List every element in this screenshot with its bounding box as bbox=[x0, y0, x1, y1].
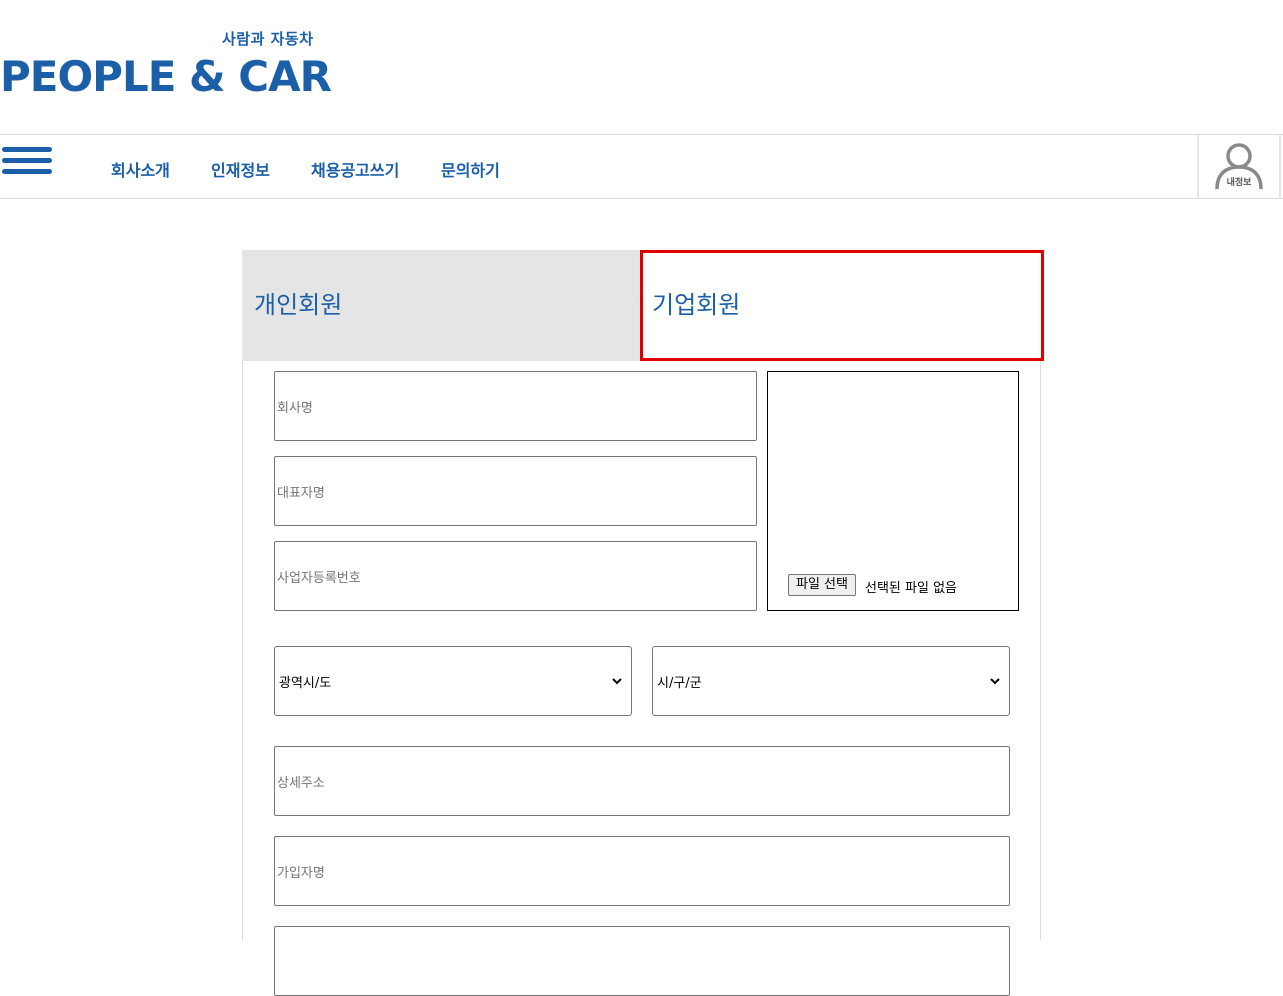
site-logo[interactable]: 사람과 자동차 PEOPLE & CAR bbox=[0, 26, 332, 106]
my-info-label: 내정보 bbox=[1226, 178, 1252, 188]
choose-file-button[interactable]: 파일 선택 bbox=[788, 574, 856, 596]
logo-upload-preview: 파일 선택 선택된 파일 없음 bbox=[767, 371, 1019, 611]
membership-tabs: 개인회원 기업회원 bbox=[242, 250, 1044, 361]
file-status-text: 선택된 파일 없음 bbox=[865, 581, 957, 596]
city-select[interactable]: 시/구/군 bbox=[652, 646, 1010, 716]
tab-company-member[interactable]: 기업회원 bbox=[640, 250, 1044, 361]
nav-item-inquiry[interactable]: 문의하기 bbox=[441, 157, 500, 181]
main-nav: 회사소개 인재정보 채용공고쓰기 문의하기 내정보 bbox=[0, 134, 1283, 199]
my-info-button[interactable]: 내정보 bbox=[1197, 135, 1281, 199]
nav-item-company-intro[interactable]: 회사소개 bbox=[111, 157, 170, 181]
nav-item-talent-info[interactable]: 인재정보 bbox=[211, 157, 270, 181]
hamburger-menu-icon[interactable] bbox=[2, 147, 52, 179]
logo-wordmark: PEOPLE & CAR bbox=[0, 52, 332, 101]
tab-personal-member[interactable]: 개인회원 bbox=[242, 250, 640, 361]
city-select-value: 시/구/군 bbox=[657, 675, 702, 691]
member-name-input[interactable]: 가입자명 bbox=[274, 836, 1010, 906]
business-number-input[interactable]: 사업자등록번호 bbox=[274, 541, 757, 611]
chevron-down-icon bbox=[612, 678, 622, 685]
ceo-name-input[interactable]: 대표자명 bbox=[274, 456, 757, 526]
company-name-input[interactable]: 회사명 bbox=[274, 371, 757, 441]
logo-tagline: 사람과 자동차 bbox=[222, 30, 314, 48]
province-select-value: 광역시/도 bbox=[279, 675, 332, 691]
nav-item-write-job-posting[interactable]: 채용공고쓰기 bbox=[311, 157, 399, 181]
next-input-field[interactable] bbox=[274, 926, 1010, 996]
address-detail-input[interactable]: 상세주소 bbox=[274, 746, 1010, 816]
province-select[interactable]: 광역시/도 bbox=[274, 646, 632, 716]
chevron-down-icon bbox=[990, 678, 1000, 685]
